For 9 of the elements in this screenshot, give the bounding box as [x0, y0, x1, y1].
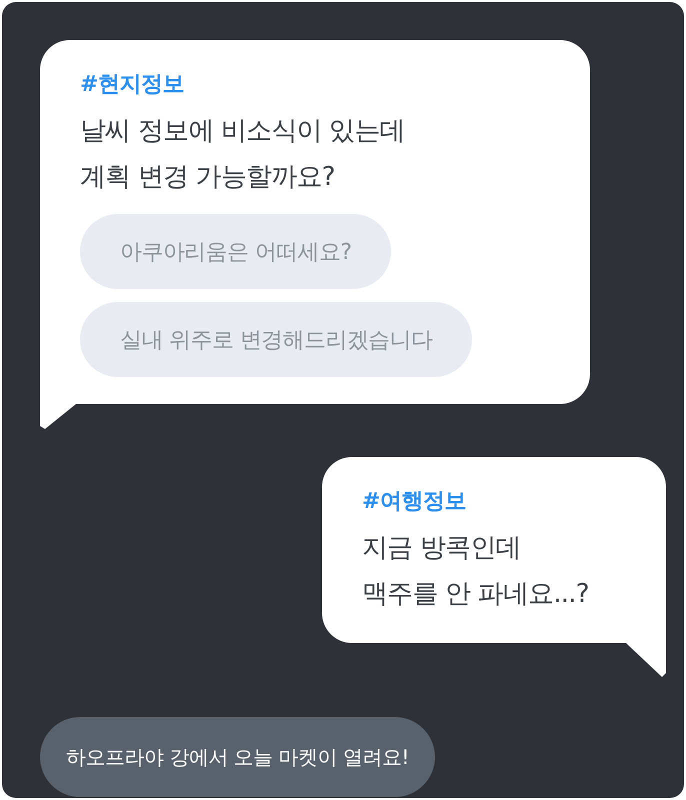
notice-bubble: 하오프라야 강에서 오늘 마켓이 열려요! — [40, 717, 435, 797]
reply-suggestion[interactable]: 아쿠아리움은 어떠세요? — [80, 214, 392, 289]
hashtag: #현지정보 — [80, 71, 185, 99]
message-text: 맥주를 안 파네요...? — [362, 578, 590, 611]
message-text: 계획 변경 가능할까요? — [80, 161, 336, 194]
message-text: 지금 방콕인데 — [362, 532, 522, 565]
message-text: 날씨 정보에 비소식이 있는데 — [80, 115, 406, 148]
reply-suggestion[interactable]: 실내 위주로 변경해드리겠습니다 — [80, 302, 472, 377]
hashtag: #여행정보 — [362, 488, 467, 516]
